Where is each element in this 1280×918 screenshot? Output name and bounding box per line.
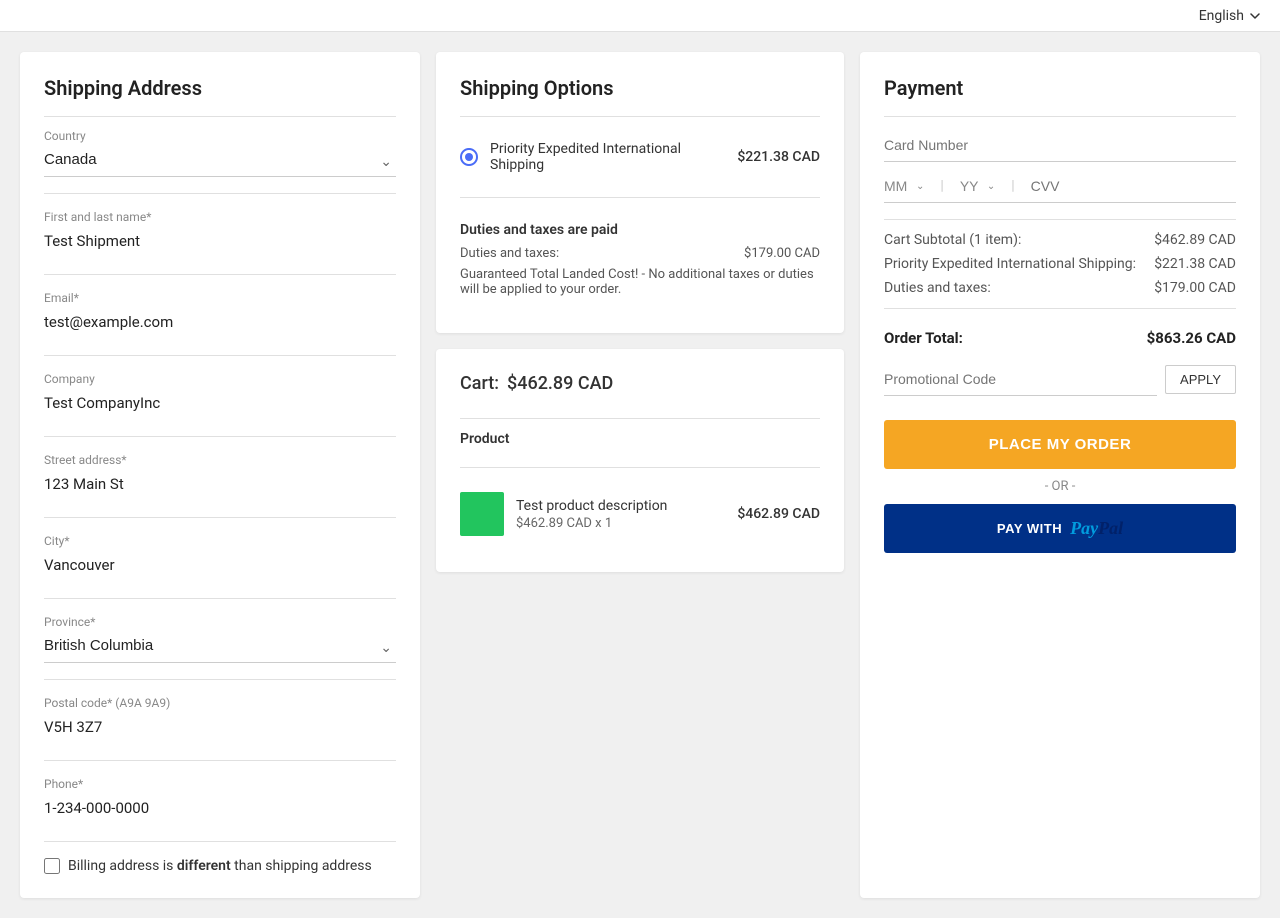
cart-product-header: Product [460, 431, 820, 455]
yy-chevron-icon: ⌄ [987, 181, 995, 192]
postal-group: Postal code* (A9A 9A9) V5H 3Z7 [44, 696, 396, 744]
street-group: Street address* 123 Main St [44, 453, 396, 501]
card-number-input[interactable] [884, 129, 1236, 162]
shipping-option-price: $221.38 CAD [737, 149, 820, 165]
apply-button[interactable]: APPLY [1165, 365, 1236, 394]
cart-label: Cart: [460, 373, 499, 394]
shipping-option-label: Priority Expedited International Shippin… [490, 141, 725, 173]
chevron-down-icon [1250, 11, 1260, 21]
company-group: Company Test CompanyInc [44, 372, 396, 420]
main-content: Shipping Address Country Canada ⌄ First … [0, 32, 1280, 918]
mm-chevron-icon: ⌄ [916, 181, 924, 192]
order-total-label: Order Total: [884, 329, 963, 347]
place-order-button[interactable]: PLACE MY ORDER [884, 420, 1236, 469]
street-label: Street address* [44, 453, 396, 467]
phone-group: Phone* 1-234-000-0000 [44, 777, 396, 825]
shipping-address-title: Shipping Address [44, 76, 396, 100]
shipping-summary-row: Priority Expedited International Shippin… [884, 256, 1236, 272]
street-value[interactable]: 123 Main St [44, 471, 396, 501]
paypal-pay-with-label: PAY WITH [997, 521, 1062, 536]
postal-value[interactable]: V5H 3Z7 [44, 714, 396, 744]
duties-summary-value: $179.00 CAD [1154, 280, 1236, 296]
paypal-button[interactable]: PAY WITH PayPal [884, 504, 1236, 553]
payment-title: Payment [884, 76, 1236, 100]
city-label: City* [44, 534, 396, 548]
cvv-input[interactable] [1031, 178, 1091, 194]
or-divider: - OR - [884, 479, 1236, 494]
cart-section: Cart: $462.89 CAD Product Test product d… [436, 349, 844, 572]
shipping-address-section: Shipping Address Country Canada ⌄ First … [20, 52, 420, 898]
shipping-options-title: Shipping Options [460, 76, 820, 100]
country-label: Country [44, 129, 396, 143]
city-group: City* Vancouver [44, 534, 396, 582]
cart-total: $462.89 CAD [507, 373, 613, 394]
billing-checkbox-label: Billing address is different than shippi… [68, 858, 372, 874]
province-select[interactable]: British Columbia [44, 633, 396, 663]
postal-label: Postal code* (A9A 9A9) [44, 696, 396, 710]
duties-note: Guaranteed Total Landed Cost! - No addit… [460, 267, 820, 297]
duties-title: Duties and taxes are paid [460, 222, 820, 238]
duties-summary-row: Duties and taxes: $179.00 CAD [884, 280, 1236, 296]
product-sub: $462.89 CAD x 1 [516, 516, 725, 531]
promo-input[interactable] [884, 363, 1157, 396]
order-total-row: Order Total: $863.26 CAD [884, 321, 1236, 347]
product-name: Test product description [516, 498, 725, 514]
email-label: Email* [44, 291, 396, 305]
country-select-wrapper[interactable]: Canada ⌄ [44, 147, 396, 177]
duties-value: $179.00 CAD [744, 246, 820, 261]
product-thumbnail [460, 492, 504, 536]
city-value[interactable]: Vancouver [44, 552, 396, 582]
subtotal-row: Cart Subtotal (1 item): $462.89 CAD [884, 232, 1236, 248]
billing-different-checkbox[interactable] [44, 858, 60, 874]
duties-box: Duties and taxes are paid Duties and tax… [460, 210, 820, 309]
email-value[interactable]: test@example.com [44, 309, 396, 339]
duties-label: Duties and taxes: [460, 246, 559, 261]
company-label: Company [44, 372, 396, 386]
radio-inner [465, 153, 473, 161]
payment-section: Payment MM ⌄ | YY ⌄ | Cart Subtotal (1 i… [860, 52, 1260, 898]
duties-summary-label: Duties and taxes: [884, 280, 1154, 296]
language-label: English [1199, 8, 1244, 24]
paypal-logo: PayPal [1070, 518, 1123, 539]
phone-value[interactable]: 1-234-000-0000 [44, 795, 396, 825]
top-bar: English [0, 0, 1280, 32]
company-value[interactable]: Test CompanyInc [44, 390, 396, 420]
phone-label: Phone* [44, 777, 396, 791]
shipping-summary-label: Priority Expedited International Shippin… [884, 256, 1154, 272]
province-select-wrapper[interactable]: British Columbia ⌄ [44, 633, 396, 663]
shipping-summary-value: $221.38 CAD [1154, 256, 1236, 272]
subtotal-value: $462.89 CAD [1154, 232, 1236, 248]
country-group: Country Canada ⌄ [44, 129, 396, 177]
name-group: First and last name* Test Shipment [44, 210, 396, 258]
promo-row: APPLY [884, 363, 1236, 396]
country-select[interactable]: Canada [44, 147, 396, 177]
shipping-option-item[interactable]: Priority Expedited International Shippin… [460, 129, 820, 185]
middle-column: Shipping Options Priority Expedited Inte… [436, 52, 844, 898]
billing-checkbox-row[interactable]: Billing address is different than shippi… [44, 858, 396, 874]
yy-select[interactable]: YY [960, 178, 979, 194]
product-info: Test product description $462.89 CAD x 1 [516, 498, 725, 531]
name-label: First and last name* [44, 210, 396, 224]
mm-select[interactable]: MM [884, 178, 908, 194]
product-price: $462.89 CAD [737, 506, 820, 522]
radio-selected-icon [460, 148, 478, 166]
email-group: Email* test@example.com [44, 291, 396, 339]
subtotal-label: Cart Subtotal (1 item): [884, 232, 1154, 248]
province-group: Province* British Columbia ⌄ [44, 615, 396, 663]
order-total-value: $863.26 CAD [1147, 329, 1236, 347]
name-value[interactable]: Test Shipment [44, 228, 396, 258]
language-selector[interactable]: English [1199, 8, 1260, 24]
card-expiry-row: MM ⌄ | YY ⌄ | [884, 178, 1236, 203]
cart-item: Test product description $462.89 CAD x 1… [460, 480, 820, 548]
province-label: Province* [44, 615, 396, 629]
shipping-options-section: Shipping Options Priority Expedited Inte… [436, 52, 844, 333]
duties-row: Duties and taxes: $179.00 CAD [460, 246, 820, 261]
